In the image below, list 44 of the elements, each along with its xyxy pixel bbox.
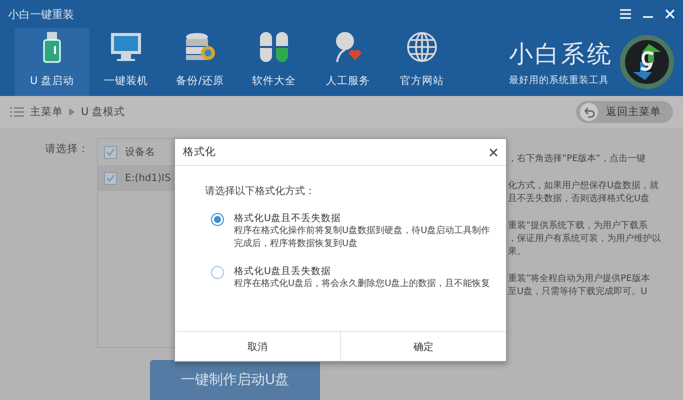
- nav-tab[interactable]: 人工服务: [311, 28, 385, 96]
- brand-name: 小白系统: [509, 38, 613, 70]
- monitor-icon: [109, 30, 143, 64]
- nav-tab[interactable]: 备份/还原: [163, 28, 237, 96]
- description-text: ，右下角选择“PE版本”，点击一键: [508, 153, 646, 166]
- logo-icon: [619, 34, 675, 90]
- breadcrumb-item: U 盘模式: [81, 105, 126, 119]
- four-leaf-icon: [257, 30, 291, 64]
- nav-tab[interactable]: 官方网站: [385, 28, 459, 96]
- description-text: ，保证用户有系统可装，为用户维护以: [508, 233, 662, 246]
- back-button[interactable]: 返回主菜单: [576, 101, 673, 123]
- description-text: 化方式，如果用户想保存U盘数据，就: [508, 180, 660, 193]
- option-description: 程序在格式化U盘后，将会永久删除您U盘上的数据，且不能恢复: [234, 278, 492, 291]
- nav-tab[interactable]: 软件大全: [237, 28, 311, 96]
- list-icon: [10, 107, 24, 117]
- nav-tab[interactable]: 一键装机: [89, 28, 163, 96]
- make-boot-usb-button[interactable]: 一键制作启动U盘: [150, 360, 320, 400]
- radio-button[interactable]: [211, 213, 224, 226]
- checkbox[interactable]: [104, 146, 117, 158]
- column-header: 设备名: [125, 146, 155, 159]
- window-title: 小白一键重装: [8, 6, 75, 22]
- breadcrumb-item[interactable]: 主菜单: [30, 105, 63, 119]
- brand-tagline: 最好用的系统重装工具: [509, 74, 609, 86]
- close-icon[interactable]: [489, 148, 498, 156]
- dialog-prompt: 请选择以下格式化方式：: [205, 184, 316, 198]
- select-label: 请选择：: [45, 142, 90, 157]
- checkbox[interactable]: [104, 172, 117, 184]
- table-cell: E:(hd1)IS: [125, 172, 171, 184]
- nav-tab[interactable]: U 盘启动: [15, 28, 89, 96]
- globe-icon: [405, 30, 439, 64]
- description-text: 果。: [508, 246, 527, 259]
- option-title: 格式化U盘且丢失数据: [234, 265, 332, 278]
- option-title: 格式化U盘且不丢失数据: [234, 212, 342, 225]
- description-text: 重装”将全程自动为用户提供PE版本: [508, 273, 651, 286]
- option-description: 程序在格式化操作前将复制U盘数据到硬盘，待U盘启动工具制作完成后，程序将数据恢复到U盘: [234, 225, 492, 251]
- chevron-icon: [69, 108, 75, 116]
- menu-icon[interactable]: [620, 9, 631, 19]
- dialog-title: 格式化: [183, 145, 217, 159]
- description-text: 重装”提供系统下载，为用户下载系: [508, 220, 649, 233]
- dialog-button[interactable]: 取消: [175, 332, 340, 361]
- radio-button[interactable]: [211, 266, 224, 279]
- description-text: 至U盘，只需等待下载完成即可。U: [508, 286, 648, 299]
- description-text: 且不丢失数据，否则选择格式化U盘: [508, 193, 651, 206]
- dialog-button[interactable]: 确定: [340, 332, 506, 361]
